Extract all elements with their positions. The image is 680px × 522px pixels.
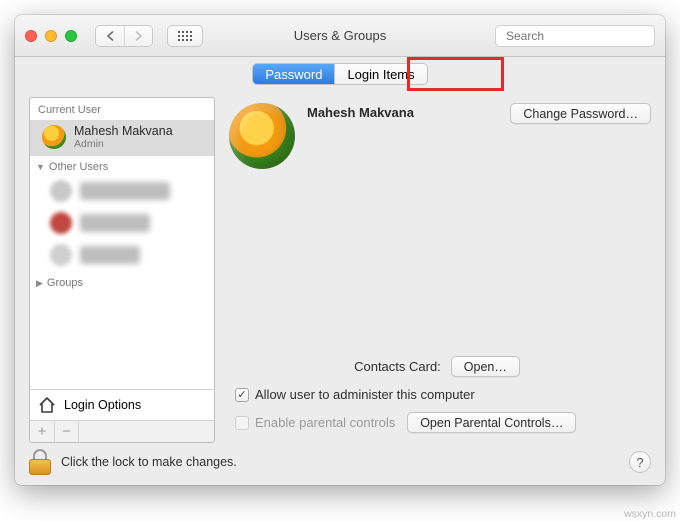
detail-pane: Mahesh Makvana Change Password… Contacts… (229, 97, 651, 443)
admin-checkbox[interactable]: ✓ (235, 388, 249, 402)
avatar-icon (50, 244, 72, 266)
parental-checkbox-label: Enable parental controls (255, 415, 395, 430)
lock-footer: Click the lock to make changes. ? (29, 449, 651, 475)
minimize-icon[interactable] (45, 30, 57, 42)
avatar-icon (50, 212, 72, 234)
annotation-highlight (407, 57, 504, 91)
titlebar: Users & Groups (15, 15, 665, 57)
add-user-button[interactable]: + (30, 421, 54, 442)
help-button[interactable]: ? (629, 451, 651, 473)
tabs: Password Login Items (15, 63, 665, 85)
list-item[interactable] (50, 180, 206, 202)
preferences-window: Users & Groups Password Login Items Curr… (15, 15, 665, 485)
open-contacts-button[interactable]: Open… (451, 356, 520, 377)
users-sidebar: Current User Mahesh Makvana Admin ▼ Othe… (29, 97, 215, 443)
other-users-group[interactable]: ▼ Other Users (30, 156, 214, 178)
triangle-down-icon: ▼ (36, 162, 45, 172)
tab-password[interactable]: Password (253, 64, 334, 84)
nav-back-forward (95, 25, 153, 47)
forward-button[interactable] (124, 26, 152, 46)
list-item[interactable] (50, 212, 206, 234)
search-field[interactable] (495, 25, 655, 47)
other-users-list (30, 178, 214, 272)
house-icon (38, 397, 56, 413)
watermark: wsxyn.com (624, 508, 676, 520)
add-remove-bar: + − (30, 420, 214, 442)
profile-avatar[interactable] (229, 103, 295, 169)
avatar-icon (50, 180, 72, 202)
groups-group[interactable]: ▶ Groups (30, 272, 214, 294)
zoom-icon[interactable] (65, 30, 77, 42)
redacted-text (80, 246, 140, 264)
sidebar-user-role: Admin (74, 138, 173, 150)
triangle-right-icon: ▶ (36, 278, 43, 289)
window-body: Password Login Items Current User Mahesh… (15, 57, 665, 485)
lock-hint-text: Click the lock to make changes. (61, 455, 237, 469)
other-users-label: Other Users (49, 161, 108, 173)
remove-user-button[interactable]: − (54, 421, 78, 442)
list-item[interactable] (50, 244, 206, 266)
lock-icon[interactable] (29, 449, 51, 475)
admin-checkbox-label: Allow user to administer this computer (255, 387, 475, 402)
change-password-button[interactable]: Change Password… (510, 103, 651, 124)
show-all-button[interactable] (167, 25, 203, 47)
contacts-card-label: Contacts Card: (354, 359, 441, 374)
sidebar-user-name: Mahesh Makvana (74, 124, 173, 138)
current-user-header: Current User (30, 98, 214, 120)
login-options[interactable]: Login Options (30, 389, 214, 420)
window-controls (25, 30, 77, 42)
parental-checkbox[interactable] (235, 416, 249, 430)
redacted-text (80, 182, 170, 200)
close-icon[interactable] (25, 30, 37, 42)
profile-display-name: Mahesh Makvana (307, 105, 498, 120)
groups-label: Groups (47, 277, 83, 289)
sidebar-current-user[interactable]: Mahesh Makvana Admin (30, 120, 214, 156)
login-options-label: Login Options (64, 398, 141, 412)
search-input[interactable] (506, 29, 661, 43)
back-button[interactable] (96, 26, 124, 46)
redacted-text (80, 214, 150, 232)
open-parental-controls-button[interactable]: Open Parental Controls… (407, 412, 576, 433)
avatar-icon (42, 125, 66, 149)
